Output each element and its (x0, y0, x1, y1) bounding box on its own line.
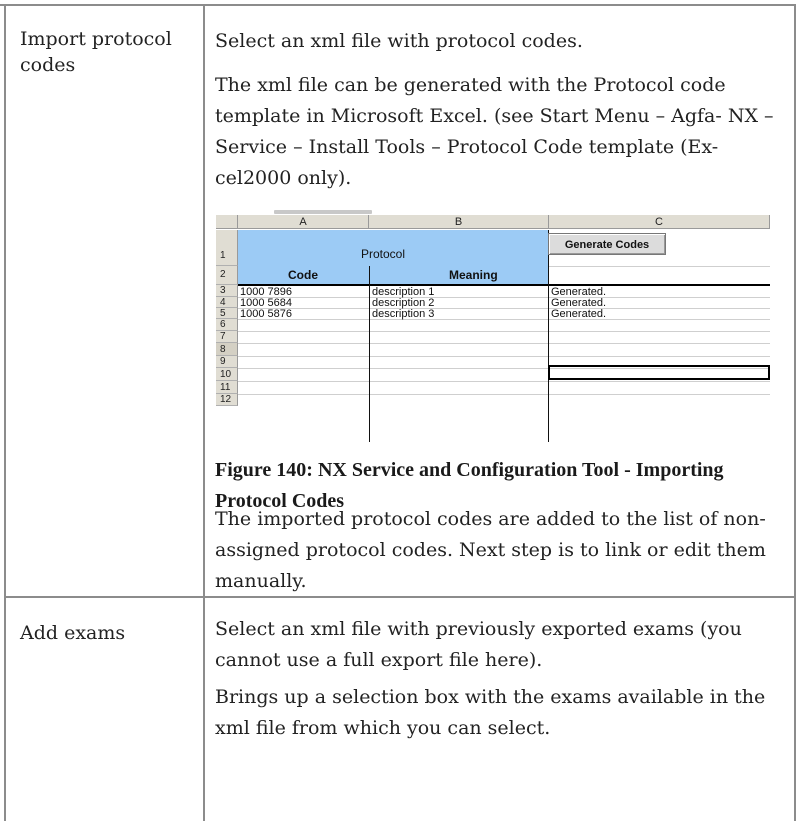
meaning-header: Meaning (449, 268, 498, 282)
cell-meaning-row5[interactable]: description 3 (372, 308, 434, 320)
grid-line (238, 331, 770, 332)
term-add-exams: Add exams (20, 622, 126, 644)
row-header-11[interactable]: 11 (216, 381, 238, 394)
column-header-a[interactable]: A (238, 215, 369, 229)
exams-para-2: Brings up a selection box with the exams… (215, 682, 775, 744)
grid-line (238, 394, 770, 395)
protocol-header-title: Protocol (361, 247, 406, 261)
grid-line (238, 343, 770, 344)
table-left-border (4, 4, 6, 821)
import-paragraph-template: The xml file can be generated with the P… (215, 74, 774, 189)
exams-paragraph-select: Select an xml file with previously expor… (215, 618, 742, 671)
table-top-border (0, 4, 796, 6)
column-header-b[interactable]: B (369, 215, 549, 229)
row-header-1[interactable]: 1 (216, 230, 238, 266)
table-right-border (794, 4, 796, 821)
import-paragraph-select: Select an xml file with protocol codes. (215, 30, 583, 52)
exams-para-1: Select an xml file with previously expor… (215, 614, 775, 676)
column-header-c[interactable]: C (549, 215, 770, 229)
excel-protocol-template-screenshot: A B C 1 2 3 4 5 6 7 8 9 10 11 12 Protoco… (216, 210, 770, 442)
row-header-6[interactable]: 6 (216, 319, 238, 331)
row-header-4[interactable]: 4 (216, 297, 238, 308)
corner-header (216, 215, 238, 229)
term-import-protocol-codes: Import protocol codes (20, 28, 172, 76)
row-header-12[interactable]: 12 (216, 394, 238, 406)
table-column-divider (203, 4, 205, 821)
row-header-9[interactable]: 9 (216, 356, 238, 368)
row-header-5[interactable]: 5 (216, 308, 238, 319)
row-header-7[interactable]: 7 (216, 331, 238, 343)
row-header-3[interactable]: 3 (216, 285, 238, 297)
row-header-2[interactable]: 2 (216, 266, 238, 285)
import-para-2: The xml file can be generated with the P… (215, 70, 775, 194)
row-header-10[interactable]: 10 (216, 368, 238, 381)
import-para-3: The imported protocol codes are added to… (215, 504, 775, 597)
grid-line-header-bottom (238, 284, 770, 286)
grid-line (238, 297, 770, 298)
grid-line (238, 319, 770, 320)
generate-codes-button[interactable]: Generate Codes (548, 233, 666, 255)
column-border-b-c (548, 230, 549, 442)
grid-line (238, 356, 770, 357)
grid-line (549, 266, 770, 267)
code-header: Code (288, 268, 318, 282)
cell-code-row5[interactable]: 1000 5876 (240, 308, 292, 320)
sheet-tab-strip (274, 210, 372, 214)
exams-paragraph-selection: Brings up a selection box with the exams… (215, 686, 766, 739)
cell-status-row5[interactable]: Generated. (551, 308, 606, 320)
grid-line (238, 308, 770, 309)
selected-cell-c8[interactable] (548, 365, 770, 380)
row-header-8[interactable]: 8 (216, 343, 238, 356)
grid-line (238, 381, 770, 382)
column-border-a-b (369, 266, 370, 442)
import-para-1: Select an xml file with protocol codes. (215, 26, 775, 57)
import-paragraph-result: The imported protocol codes are added to… (215, 508, 766, 592)
